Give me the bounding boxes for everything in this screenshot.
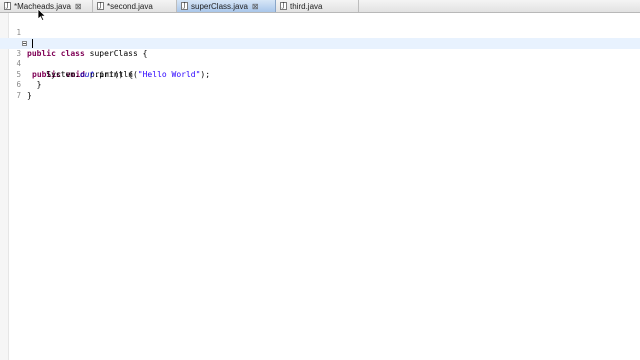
code-text: } [27, 90, 32, 100]
java-file-icon: J [4, 2, 11, 10]
close-icon[interactable]: ⊠ [252, 2, 259, 11]
close-icon[interactable]: ⊠ [75, 2, 82, 11]
tab-superclass-java[interactable]: J superClass.java ⊠ [177, 0, 276, 12]
text-caret [32, 39, 33, 48]
tab-label: superClass.java [191, 1, 248, 11]
tab-third-java[interactable]: J third.java [276, 0, 359, 12]
code-line[interactable]: 4 System.out.println("Hello World"); [0, 49, 640, 79]
code-line[interactable]: 1 [0, 17, 640, 37]
code-line[interactable]: 2 public class superClass { [0, 28, 640, 58]
tab-label: *second.java [107, 1, 153, 11]
java-file-icon: J [97, 2, 104, 10]
code-line[interactable]: 7 [0, 80, 640, 100]
code-line[interactable]: 6 } [0, 70, 640, 100]
tab-second-java[interactable]: J *second.java [93, 0, 177, 12]
code-line[interactable]: 5 } [0, 59, 640, 90]
java-file-icon: J [280, 2, 287, 10]
code-line-current[interactable]: 3 public void print() { [0, 38, 640, 79]
line-number: 7 [16, 90, 21, 100]
code-editor[interactable]: 1 2 public class superClass { 3 public v… [0, 13, 640, 360]
editor-tab-bar: J *Macheads.java ⊠ J *second.java J supe… [0, 0, 640, 13]
java-file-icon: J [181, 2, 188, 10]
mouse-pointer-icon [37, 9, 47, 21]
tab-label: third.java [290, 1, 323, 11]
fold-collapse-icon[interactable] [22, 41, 27, 46]
